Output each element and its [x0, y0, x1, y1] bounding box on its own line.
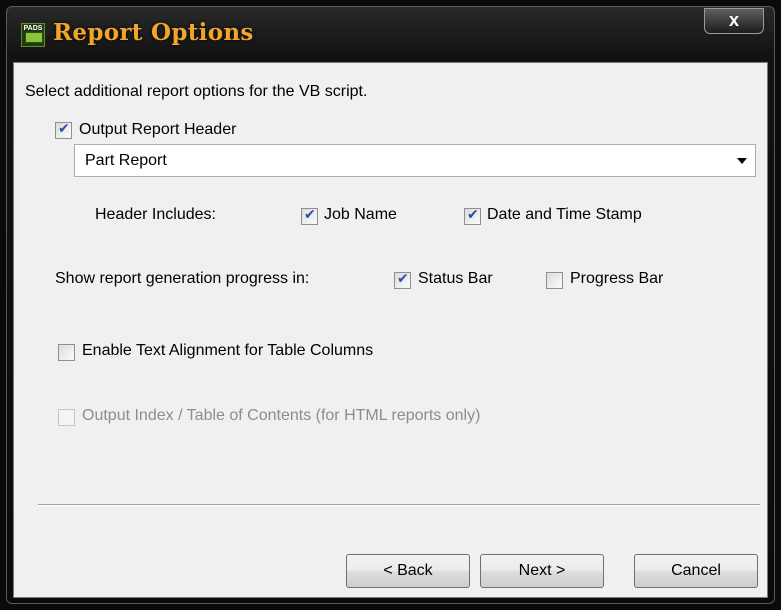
window-title: Report Options [53, 19, 254, 46]
job-name-checkbox[interactable] [301, 207, 318, 225]
pads-app-icon: PADS [21, 23, 45, 47]
date-time-stamp-label[interactable]: Date and Time Stamp [487, 206, 642, 224]
output-index-checkbox[interactable] [58, 409, 75, 426]
report-header-select-value: Part Report [85, 152, 167, 169]
output-report-header-checkbox[interactable] [55, 121, 72, 139]
report-header-select[interactable]: Part Report [74, 144, 756, 177]
progress-bar-checkbox[interactable] [546, 272, 563, 289]
close-button[interactable]: x [704, 8, 764, 34]
cancel-button[interactable]: Cancel [634, 554, 758, 588]
status-bar-checkbox[interactable] [394, 271, 411, 289]
text-alignment-checkbox[interactable] [58, 344, 75, 361]
progress-location-label: Show report generation progress in: [55, 270, 310, 287]
next-button[interactable]: Next > [480, 554, 604, 588]
text-alignment-label[interactable]: Enable Text Alignment for Table Columns [82, 342, 373, 360]
progress-bar-label[interactable]: Progress Bar [570, 270, 663, 288]
back-button[interactable]: < Back [346, 554, 470, 588]
chevron-down-icon[interactable] [737, 158, 747, 164]
report-options-window: PADS Report Options x Select additional … [6, 6, 775, 604]
output-index-label[interactable]: Output Index / Table of Contents (for HT… [82, 407, 480, 425]
dialog-client-area: Select additional report options for the… [13, 62, 768, 598]
instruction-text: Select additional report options for the… [25, 83, 368, 100]
button-separator [38, 504, 760, 506]
date-time-stamp-checkbox[interactable] [464, 207, 481, 225]
job-name-label[interactable]: Job Name [324, 206, 397, 224]
title-bar[interactable]: PADS Report Options x [7, 7, 774, 57]
output-report-header-label[interactable]: Output Report Header [79, 121, 236, 139]
header-includes-label: Header Includes: [95, 206, 216, 223]
status-bar-label[interactable]: Status Bar [418, 270, 493, 288]
